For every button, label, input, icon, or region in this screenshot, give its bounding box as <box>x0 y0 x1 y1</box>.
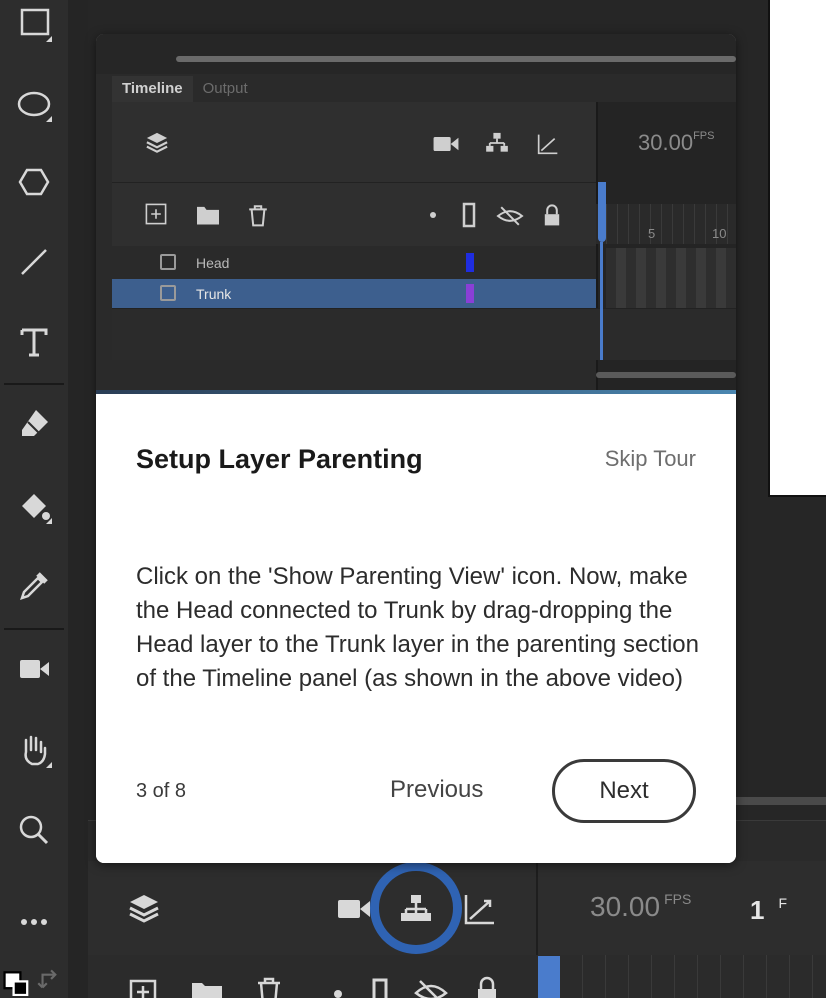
video-fps-value: 30.00 <box>638 130 694 155</box>
tools-panel <box>0 0 68 998</box>
timeline-toolbar-row <box>88 955 826 998</box>
camera-icon[interactable] <box>336 891 372 927</box>
video-playhead <box>598 182 606 242</box>
video-fps-unit: FPS <box>693 130 715 142</box>
oval-tool-icon[interactable] <box>10 80 58 128</box>
step-indicator: 3 of 8 <box>136 780 187 802</box>
video-tab-output: Output <box>202 80 248 97</box>
hide-layer-icon[interactable] <box>414 975 448 998</box>
delete-layer-icon[interactable] <box>254 975 284 998</box>
video-ruler-number: 10 <box>712 226 727 241</box>
swap-colors-icon[interactable] <box>34 962 66 998</box>
video-playhead-line <box>600 242 603 360</box>
video-outline-icon <box>462 202 476 228</box>
tour-title: Setup Layer Parenting <box>136 444 423 474</box>
paint-bucket-tool-icon[interactable] <box>10 482 58 530</box>
video-scrollbar <box>176 56 736 62</box>
video-camera-icon <box>432 132 460 156</box>
graph-icon[interactable] <box>462 891 498 927</box>
fps-value[interactable]: 30.00 <box>590 891 660 922</box>
frame-value[interactable]: 1 <box>750 895 764 925</box>
next-button[interactable]: Next <box>552 759 696 823</box>
parenting-view-highlight <box>370 862 462 954</box>
camera-tool-icon[interactable] <box>10 645 58 693</box>
animate-app: 30.00 FPS 1F Timeline Output 30.00FPS 5 … <box>0 0 826 998</box>
text-tool-icon[interactable] <box>10 318 58 366</box>
layer-name: Head <box>196 255 230 271</box>
add-layer-icon[interactable] <box>128 975 158 998</box>
video-fps: 30.00FPS <box>638 130 714 156</box>
layer-color-swatch <box>466 253 474 272</box>
guided-tour-dialog: Timeline Output 30.00FPS 5 10 Head Trunk… <box>96 34 736 863</box>
video-delete-icon <box>246 202 270 228</box>
more-tools-icon[interactable] <box>10 898 58 946</box>
rectangle-tool-icon[interactable] <box>10 0 58 48</box>
tour-video[interactable]: Timeline Output 30.00FPS 5 10 Head Trunk <box>96 34 736 394</box>
video-parenting-icon <box>484 130 510 156</box>
show-all-layers-dot-icon[interactable] <box>332 985 344 998</box>
stage-scrollbar[interactable] <box>736 797 826 805</box>
eraser-tool-icon[interactable] <box>10 400 58 448</box>
previous-button[interactable]: Previous <box>390 776 483 804</box>
video-hscroll <box>596 372 736 378</box>
timeline-frame[interactable]: 1F <box>750 895 787 926</box>
video-timeline-empty <box>112 308 736 360</box>
layer-icon <box>160 285 176 301</box>
video-dot-icon <box>429 211 437 219</box>
video-layers-icon <box>144 130 170 156</box>
video-add-layer-icon <box>144 202 168 226</box>
timeline-playhead[interactable] <box>538 956 560 998</box>
stroke-fill-swatch-icon[interactable] <box>0 958 34 998</box>
video-hide-icon <box>496 204 524 228</box>
folder-icon[interactable] <box>190 977 224 998</box>
zoom-tool-icon[interactable] <box>10 806 58 854</box>
video-tab-timeline: Timeline <box>112 76 193 102</box>
eyedropper-tool-icon[interactable] <box>10 562 58 610</box>
tour-body: Setup Layer Parenting Skip Tour Click on… <box>96 394 736 863</box>
layer-color-swatch <box>466 284 474 303</box>
line-tool-icon[interactable] <box>10 238 58 286</box>
frame-grid[interactable] <box>560 955 826 998</box>
polygon-tool-icon[interactable] <box>10 158 58 206</box>
skip-tour-link[interactable]: Skip Tour <box>605 446 696 472</box>
layer-icon <box>160 254 176 270</box>
video-graph-icon <box>536 132 560 156</box>
video-layer-row-trunk: Trunk <box>112 279 596 309</box>
layers-icon[interactable] <box>126 891 162 927</box>
video-folder-icon <box>194 204 222 226</box>
tour-description: Click on the 'Show Parenting View' icon.… <box>136 563 699 692</box>
fps-unit: FPS <box>664 891 692 907</box>
layer-name: Trunk <box>196 286 232 302</box>
video-frame-grid <box>606 248 736 308</box>
lock-icon[interactable] <box>472 975 502 998</box>
timeline-fps[interactable]: 30.00 FPS <box>590 891 691 923</box>
video-tabs: Timeline Output <box>112 76 258 102</box>
video-layer-row-head: Head <box>112 248 596 278</box>
video-ruler-number: 5 <box>648 226 656 241</box>
hand-tool-icon[interactable] <box>10 726 58 774</box>
panel-gutter <box>68 0 88 998</box>
frame-unit: F <box>778 895 788 911</box>
video-top-bar <box>96 34 736 74</box>
outline-icon[interactable] <box>370 977 390 998</box>
stage-canvas[interactable] <box>768 0 826 497</box>
video-lock-icon <box>540 202 564 228</box>
